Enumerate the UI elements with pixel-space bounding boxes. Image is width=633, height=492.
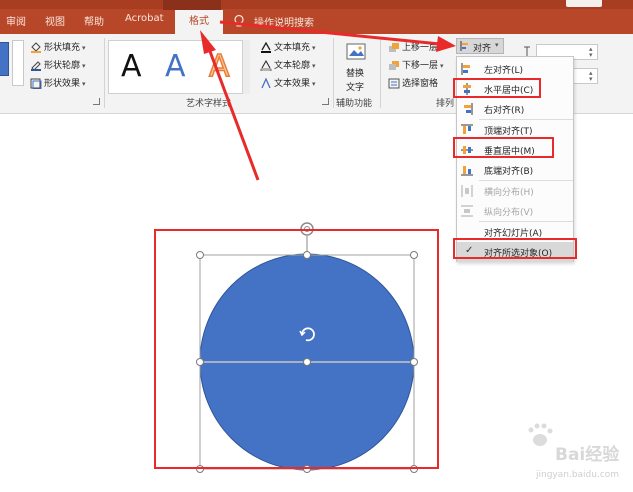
text-effects-label: 文本效果 [274, 79, 311, 89]
text-effects-icon [261, 78, 271, 89]
selection-pane-button[interactable]: 选择窗格 [388, 76, 438, 89]
text-fill-button[interactable]: 文本填充 ▾ [260, 40, 316, 53]
text-outline-icon [260, 60, 272, 71]
menu-item-align-bottom[interactable]: 底端对齐(B) [457, 160, 573, 180]
distribute-vertical-icon [461, 205, 473, 217]
shape-fill-button[interactable]: 形状填充 ▾ [30, 40, 86, 53]
chevron-down-icon: ▾ [82, 44, 86, 52]
text-fill-icon [261, 42, 271, 53]
shape-fill-label: 形状填充 [44, 43, 81, 53]
shape-outline-label: 形状轮廓 [44, 61, 81, 71]
menu-item-label: 左对齐(L) [484, 66, 524, 76]
annotation-box-middle [453, 137, 554, 158]
shape-style-scroll[interactable] [12, 40, 24, 86]
text-effects-button[interactable]: 文本效果 ▾ [260, 76, 316, 89]
menu-item-label: 右对齐(R) [484, 106, 525, 116]
shape-styles-launcher[interactable] [93, 98, 100, 105]
annotation-box-shapes [154, 229, 439, 469]
menu-item-label: 底端对齐(B) [484, 167, 534, 177]
tab-help[interactable]: 帮助 [84, 13, 104, 28]
wordart-style-blue[interactable]: A [165, 47, 186, 87]
tab-format[interactable]: 格式 [175, 10, 223, 34]
wordart-styles-group-label: 艺术字样式 [186, 99, 232, 109]
align-icon [460, 41, 468, 51]
powerpoint-window: 审阅 视图 帮助 Acrobat 格式 操作说明搜索 形状填充▾ 形状轮廓▾ [0, 0, 633, 492]
group-separator [380, 38, 381, 108]
chevron-down-icon: ▾ [312, 62, 316, 70]
shape-effects-icon [30, 78, 42, 89]
alt-text-icon [346, 43, 366, 60]
bring-forward-label: 上移一层 [402, 43, 439, 53]
arrange-group-label: 排列 [436, 99, 455, 109]
shape-effects-label: 形状效果 [44, 79, 81, 89]
accessibility-group-label: 辅助功能 [336, 99, 373, 109]
chevron-down-icon: ▾ [495, 41, 499, 49]
pen-icon [31, 61, 41, 71]
send-backward-label: 下移一层 [402, 61, 439, 71]
title-bar-strip [0, 0, 633, 9]
menu-item-label: 横向分布(H) [484, 188, 534, 198]
selection-pane-icon [388, 78, 400, 89]
tell-me-search[interactable]: 操作说明搜索 [254, 14, 314, 29]
chevron-down-icon: ▾ [312, 44, 316, 52]
wordart-style-orange[interactable]: A [208, 47, 230, 87]
shape-outline-button[interactable]: 形状轮廓 ▾ [30, 58, 86, 71]
bring-forward-button[interactable]: 上移一层 [388, 40, 438, 53]
align-top-icon [461, 124, 473, 134]
wordart-style-black[interactable]: A [121, 47, 142, 87]
share-button[interactable] [566, 0, 602, 7]
menu-item-align-right[interactable]: 右对齐(R) [457, 99, 573, 119]
alt-text-label-line1: 替换 [346, 69, 365, 79]
wordart-gallery-scroll[interactable] [242, 40, 250, 94]
align-bottom-icon [461, 166, 473, 176]
group-separator [104, 38, 105, 108]
shape-effects-button[interactable]: 形状效果 ▾ [30, 76, 86, 89]
align-button[interactable]: 对齐 ▾ [456, 38, 504, 54]
chevron-down-icon: ▾ [312, 80, 316, 88]
shape-style-thumbnail[interactable] [0, 42, 9, 76]
annotation-box-selected-objects [453, 238, 577, 259]
chevron-down-icon: ▾ [82, 80, 86, 88]
alt-text-label-line2: 文字 [346, 83, 365, 93]
contextual-tab-header [163, 0, 221, 10]
chevron-down-icon: ▾ [440, 62, 444, 70]
text-outline-button[interactable]: 文本轮廓 ▾ [260, 58, 316, 71]
menu-item-distribute-horizontally[interactable]: 横向分布(H) [457, 181, 573, 201]
chevron-down-icon: ▾ [82, 62, 86, 70]
text-fill-label: 文本填充 [274, 43, 311, 53]
lightbulb-icon [234, 14, 244, 27]
paint-bucket-icon [31, 42, 41, 53]
distribute-horizontal-icon [461, 185, 473, 197]
menu-item-label: 顶端对齐(T) [484, 127, 533, 137]
align-button-label: 对齐 [473, 44, 492, 54]
send-backward-button[interactable]: 下移一层 ▾ [388, 58, 444, 71]
tab-acrobat[interactable]: Acrobat [125, 13, 164, 24]
menu-item-align-left[interactable]: 左对齐(L) [457, 59, 573, 79]
tab-view[interactable]: 视图 [45, 13, 65, 28]
annotation-box-center [453, 78, 541, 98]
watermark-text: Bai经验 [555, 445, 620, 465]
wordart-styles-launcher[interactable] [322, 98, 329, 105]
bring-forward-icon [389, 43, 399, 52]
ribbon-tab-bar: 审阅 视图 帮助 Acrobat 格式 操作说明搜索 [0, 0, 633, 34]
tab-review[interactable]: 审阅 [6, 13, 26, 28]
watermark-url: jingyan.baidu.com [536, 470, 620, 480]
selection-pane-label: 选择窗格 [402, 79, 439, 89]
align-right-icon [464, 103, 473, 115]
alt-text-button[interactable]: 替换 文字 [346, 66, 364, 93]
wordart-gallery: A A A [108, 40, 250, 94]
send-backward-icon [389, 61, 399, 70]
align-left-icon [461, 63, 470, 75]
menu-item-label: 纵向分布(V) [484, 208, 534, 218]
text-outline-label: 文本轮廓 [274, 61, 311, 71]
menu-item-distribute-vertically[interactable]: 纵向分布(V) [457, 201, 573, 221]
group-separator [333, 38, 334, 108]
